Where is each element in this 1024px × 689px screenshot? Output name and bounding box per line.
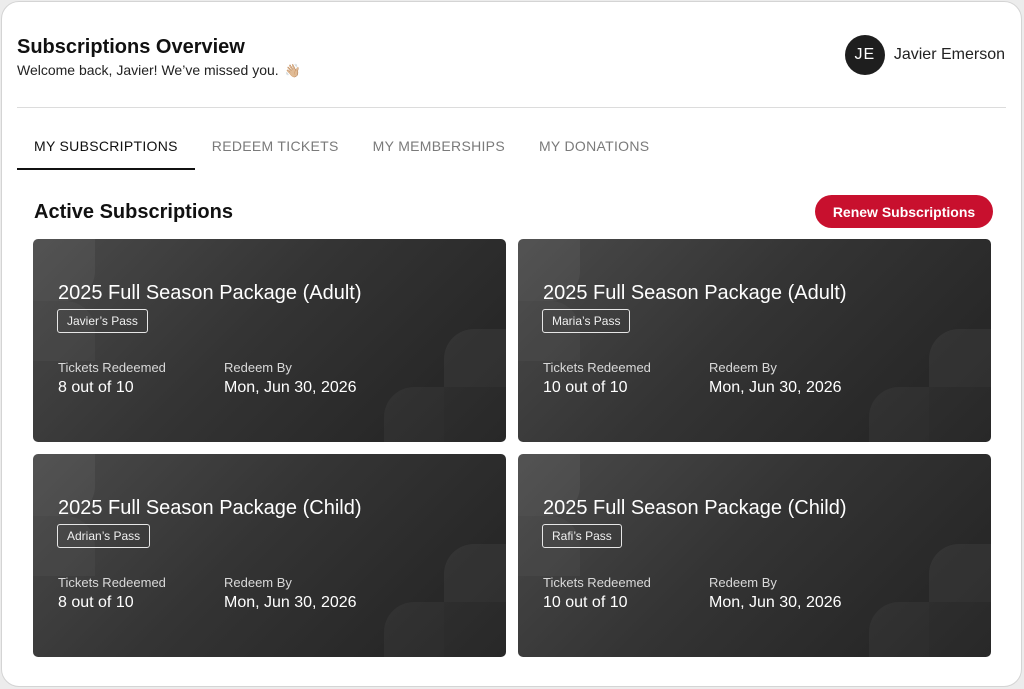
card-decoration bbox=[929, 602, 991, 657]
card-decoration bbox=[444, 329, 506, 387]
subscription-card[interactable]: 2025 Full Season Package (Child) Adrian’… bbox=[33, 454, 506, 657]
header-divider bbox=[17, 107, 1006, 108]
card-decoration bbox=[929, 387, 991, 442]
tab-my-memberships[interactable]: MY MEMBERSHIPS bbox=[356, 124, 522, 170]
user-profile[interactable]: JE Javier Emerson bbox=[844, 35, 1005, 75]
card-decoration bbox=[869, 602, 929, 657]
card-decoration bbox=[929, 329, 991, 387]
tickets-redeemed-value: 8 out of 10 bbox=[58, 379, 134, 396]
card-decoration bbox=[444, 602, 506, 657]
card-title: 2025 Full Season Package (Child) bbox=[58, 497, 362, 519]
page-header: Subscriptions Overview Welcome back, Jav… bbox=[2, 2, 1021, 108]
waving-hand-icon: 👋🏼 bbox=[284, 63, 301, 78]
redeem-by-label: Redeem By bbox=[224, 575, 292, 590]
card-decoration bbox=[444, 544, 506, 602]
pass-badge: Adrian’s Pass bbox=[57, 524, 151, 548]
tickets-redeemed-label: Tickets Redeemed bbox=[58, 575, 166, 590]
pass-badge: Javier’s Pass bbox=[57, 309, 148, 333]
tab-redeem-tickets[interactable]: REDEEM TICKETS bbox=[195, 124, 356, 170]
card-title: 2025 Full Season Package (Adult) bbox=[543, 282, 847, 304]
avatar[interactable]: JE bbox=[844, 35, 885, 75]
user-name[interactable]: Javier Emerson bbox=[894, 46, 1005, 64]
welcome-text: Welcome back, Javier! We’ve missed you. bbox=[17, 62, 279, 78]
tab-my-donations[interactable]: MY DONATIONS bbox=[522, 124, 666, 170]
redeem-by-value: Mon, Jun 30, 2026 bbox=[709, 594, 842, 611]
subscription-card[interactable]: 2025 Full Season Package (Adult) Javier’… bbox=[33, 239, 506, 442]
tab-bar: MY SUBSCRIPTIONS REDEEM TICKETS MY MEMBE… bbox=[17, 124, 666, 170]
card-decoration bbox=[384, 387, 444, 442]
card-title: 2025 Full Season Package (Adult) bbox=[58, 282, 362, 304]
pass-badge: Rafi’s Pass bbox=[542, 524, 622, 548]
redeem-by-value: Mon, Jun 30, 2026 bbox=[709, 379, 842, 396]
redeem-by-label: Redeem By bbox=[224, 360, 292, 375]
redeem-by-value: Mon, Jun 30, 2026 bbox=[224, 379, 357, 396]
renew-subscriptions-button[interactable]: Renew Subscriptions bbox=[815, 195, 993, 228]
app-window: Subscriptions Overview Welcome back, Jav… bbox=[1, 1, 1022, 687]
card-decoration bbox=[384, 602, 444, 657]
section-title: Active Subscriptions bbox=[34, 201, 233, 223]
tickets-redeemed-value: 10 out of 10 bbox=[543, 379, 628, 396]
pass-badge: Maria’s Pass bbox=[542, 309, 631, 333]
tab-my-subscriptions[interactable]: MY SUBSCRIPTIONS bbox=[17, 124, 195, 170]
redeem-by-label: Redeem By bbox=[709, 360, 777, 375]
tickets-redeemed-value: 8 out of 10 bbox=[58, 594, 134, 611]
welcome-message: Welcome back, Javier! We’ve missed you. … bbox=[17, 62, 301, 79]
redeem-by-label: Redeem By bbox=[709, 575, 777, 590]
subscription-card[interactable]: 2025 Full Season Package (Child) Rafi’s … bbox=[518, 454, 991, 657]
card-decoration bbox=[869, 387, 929, 442]
page-title: Subscriptions Overview bbox=[17, 36, 245, 58]
card-decoration bbox=[929, 544, 991, 602]
tickets-redeemed-label: Tickets Redeemed bbox=[58, 360, 166, 375]
tickets-redeemed-label: Tickets Redeemed bbox=[543, 360, 651, 375]
tickets-redeemed-label: Tickets Redeemed bbox=[543, 575, 651, 590]
card-decoration bbox=[444, 387, 506, 442]
card-title: 2025 Full Season Package (Child) bbox=[543, 497, 847, 519]
tickets-redeemed-value: 10 out of 10 bbox=[543, 594, 628, 611]
subscription-card[interactable]: 2025 Full Season Package (Adult) Maria’s… bbox=[518, 239, 991, 442]
redeem-by-value: Mon, Jun 30, 2026 bbox=[224, 594, 357, 611]
